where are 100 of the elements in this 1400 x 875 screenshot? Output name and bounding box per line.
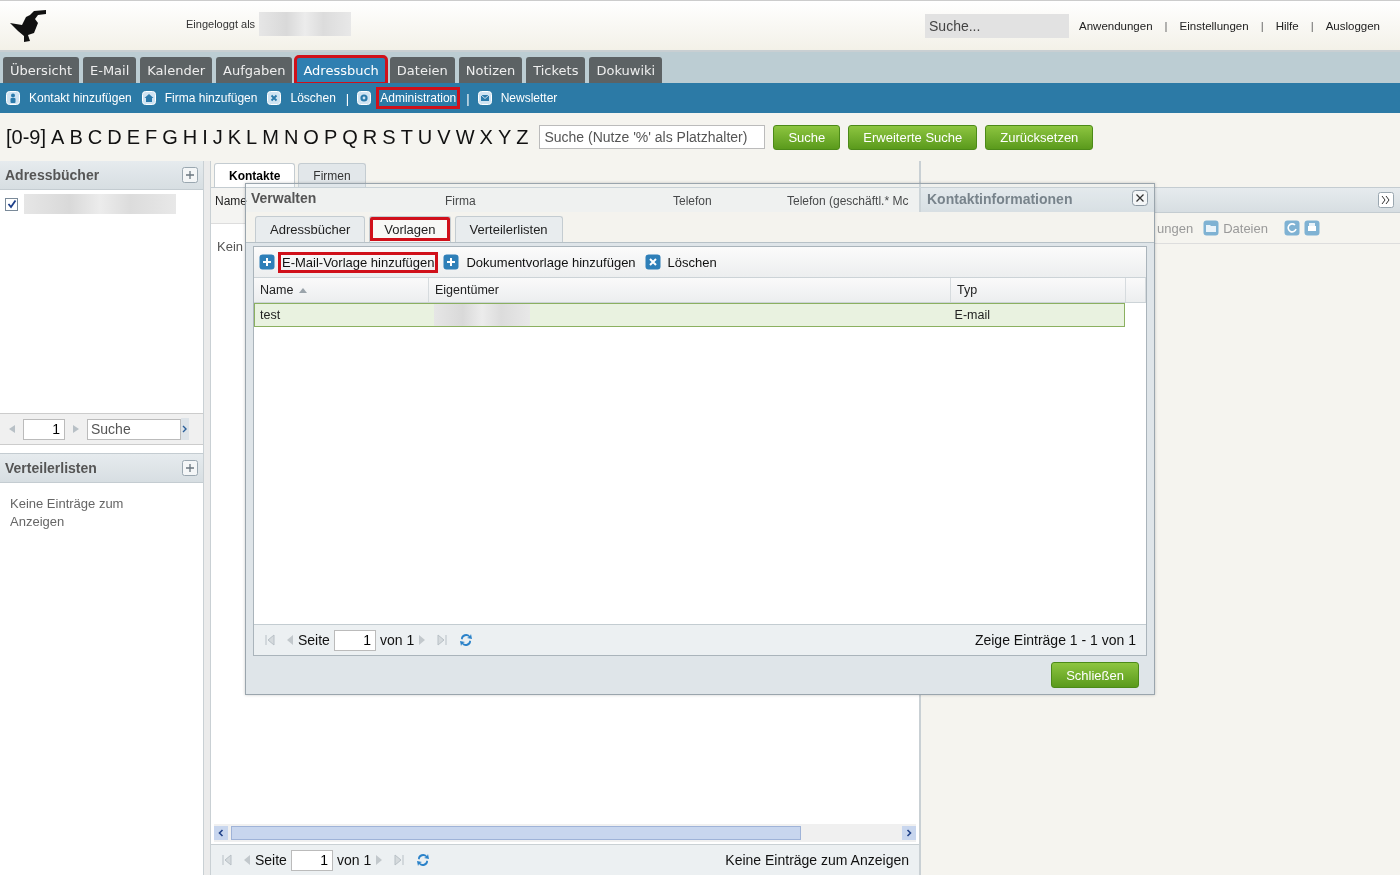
toolbar-button[interactable]: Löschen: [286, 87, 340, 109]
next-page-icon[interactable]: [72, 424, 80, 434]
alphabet-link[interactable]: M: [262, 125, 279, 149]
alphabet-link[interactable]: J: [212, 125, 223, 149]
search-field[interactable]: Suche (Nutze '%' als Platzhalter): [539, 125, 766, 149]
add-icon[interactable]: [182, 167, 198, 183]
column-header[interactable]: Eigentümer: [429, 278, 951, 302]
first-page-icon[interactable]: [264, 634, 276, 646]
nav-tab[interactable]: Dateien: [389, 57, 455, 83]
page-field[interactable]: 1: [290, 849, 333, 871]
column-header[interactable]: Telefon: [673, 194, 712, 208]
panel-title: Adressbücher: [5, 167, 100, 183]
nav-tab[interactable]: Dokuwiki: [589, 57, 663, 83]
page-field[interactable]: 1: [333, 629, 376, 651]
dialog-tab[interactable]: Vorlagen: [369, 216, 451, 242]
chevron-right-icon[interactable]: [181, 418, 189, 440]
page-field[interactable]: 1: [23, 418, 65, 440]
alphabet-link[interactable]: Y: [497, 125, 512, 149]
alphabet-link[interactable]: N: [283, 125, 299, 149]
checkbox[interactable]: [5, 197, 18, 211]
nav-tab[interactable]: Kalender: [140, 57, 212, 83]
alphabet-link[interactable]: B: [69, 125, 83, 149]
table-cell-text: test: [259, 307, 282, 324]
alphabet-link[interactable]: I: [202, 125, 208, 149]
previous-page-icon[interactable]: [286, 634, 294, 646]
alphabet-link[interactable]: E: [126, 125, 140, 149]
alphabet-link[interactable]: V: [437, 125, 451, 149]
alphabet-link[interactable]: A: [51, 125, 65, 149]
alphabet-link[interactable]: C: [87, 125, 103, 149]
first-page-icon[interactable]: [221, 854, 233, 866]
column-header[interactable]: Name: [215, 194, 247, 208]
dialog-tab[interactable]: Adressbücher: [255, 216, 366, 242]
add-icon[interactable]: [182, 460, 198, 476]
alphabet-link[interactable]: Z: [516, 125, 529, 149]
nav-tab[interactable]: Übersicht: [3, 57, 79, 83]
alphabet-link[interactable]: P: [323, 125, 338, 149]
nav-tab[interactable]: E-Mail: [83, 57, 137, 83]
alphabet-link[interactable]: U: [417, 125, 433, 149]
column-header[interactable]: Typ: [951, 278, 1126, 302]
toolbar-button[interactable]: Firma hinzufügen: [160, 87, 262, 109]
print-icon[interactable]: [1303, 220, 1320, 236]
plus-icon: [443, 254, 460, 270]
content-tab[interactable]: Firmen: [298, 163, 366, 187]
paging-status: Keine Einträge zum Anzeigen: [725, 852, 909, 868]
next-page-icon[interactable]: [418, 634, 427, 646]
page-label: Seite: [298, 632, 330, 648]
header-link[interactable]: Einstellungen: [1179, 19, 1249, 32]
toolbar-button[interactable]: Löschen: [663, 251, 721, 273]
collapse-icon[interactable]: [1378, 192, 1394, 208]
alphabet-link[interactable]: T: [400, 125, 413, 149]
refresh-icon[interactable]: [458, 632, 475, 648]
nav-tab[interactable]: Aufgaben: [216, 57, 293, 83]
alphabet-link[interactable]: R: [362, 125, 378, 149]
toolbar-button[interactable]: Newsletter: [496, 87, 562, 109]
alphabet-link[interactable]: [0-9]: [6, 125, 47, 149]
alphabet-link[interactable]: H: [182, 125, 198, 149]
header-link[interactable]: Hilfe: [1275, 19, 1299, 32]
header-link[interactable]: Ausloggen: [1325, 19, 1380, 32]
refresh-icon[interactable]: [1283, 220, 1300, 236]
alphabet-link[interactable]: L: [246, 125, 258, 149]
column-header[interactable]: Firma: [445, 194, 476, 208]
horizontal-scrollbar[interactable]: [214, 824, 916, 842]
toolbar-separator: |: [345, 90, 350, 106]
dialog-tab[interactable]: Verteilerlisten: [454, 216, 563, 242]
alphabet-link[interactable]: K: [227, 125, 242, 149]
page-count: von 1: [336, 852, 372, 868]
table-row[interactable]: test E-mail: [254, 303, 1125, 327]
alphabet-link[interactable]: S: [382, 125, 396, 149]
search-field[interactable]: Suche...: [925, 13, 1069, 38]
toolbar-button[interactable]: E-Mail-Vorlage hinzufügen: [278, 251, 439, 273]
toolbar-button[interactable]: Kontakt hinzufügen: [25, 87, 136, 109]
toolbar-button[interactable]: Administration: [376, 87, 461, 109]
alphabet-link[interactable]: D: [107, 125, 122, 149]
nav-tab[interactable]: Notizen: [458, 57, 523, 83]
nav-tab[interactable]: Tickets: [526, 57, 586, 83]
alphabet-link[interactable]: X: [479, 125, 493, 149]
alphabet-link[interactable]: Q: [342, 125, 358, 149]
last-page-icon[interactable]: [393, 854, 406, 866]
column-header[interactable]: Telefon (geschäftl.* Mc: [787, 194, 909, 208]
delete-icon: [644, 254, 661, 270]
panel-title: Kontaktinformationen: [927, 190, 1073, 207]
header-link[interactable]: Anwendungen: [1079, 19, 1153, 32]
last-page-icon[interactable]: [436, 634, 449, 646]
previous-page-icon[interactable]: [8, 424, 16, 434]
alphabet-link[interactable]: O: [303, 125, 319, 149]
house-icon: [141, 91, 156, 105]
toolbar-button[interactable]: Dokumentvorlage hinzufügen: [462, 251, 640, 273]
refresh-icon[interactable]: [415, 852, 432, 868]
search-field[interactable]: Suche: [87, 418, 181, 440]
delete-icon: [267, 91, 282, 105]
content-tab[interactable]: Kontakte: [214, 163, 296, 187]
alphabet-link[interactable]: F: [144, 125, 158, 149]
previous-page-icon[interactable]: [243, 854, 251, 866]
alphabet-link[interactable]: G: [162, 125, 178, 149]
close-icon[interactable]: [1132, 190, 1148, 206]
next-page-icon[interactable]: [375, 854, 384, 866]
folder-icon: [1203, 220, 1220, 236]
column-header[interactable]: Name: [254, 278, 429, 302]
alphabet-link[interactable]: W: [455, 125, 475, 149]
nav-tab[interactable]: Adressbuch: [296, 57, 386, 83]
